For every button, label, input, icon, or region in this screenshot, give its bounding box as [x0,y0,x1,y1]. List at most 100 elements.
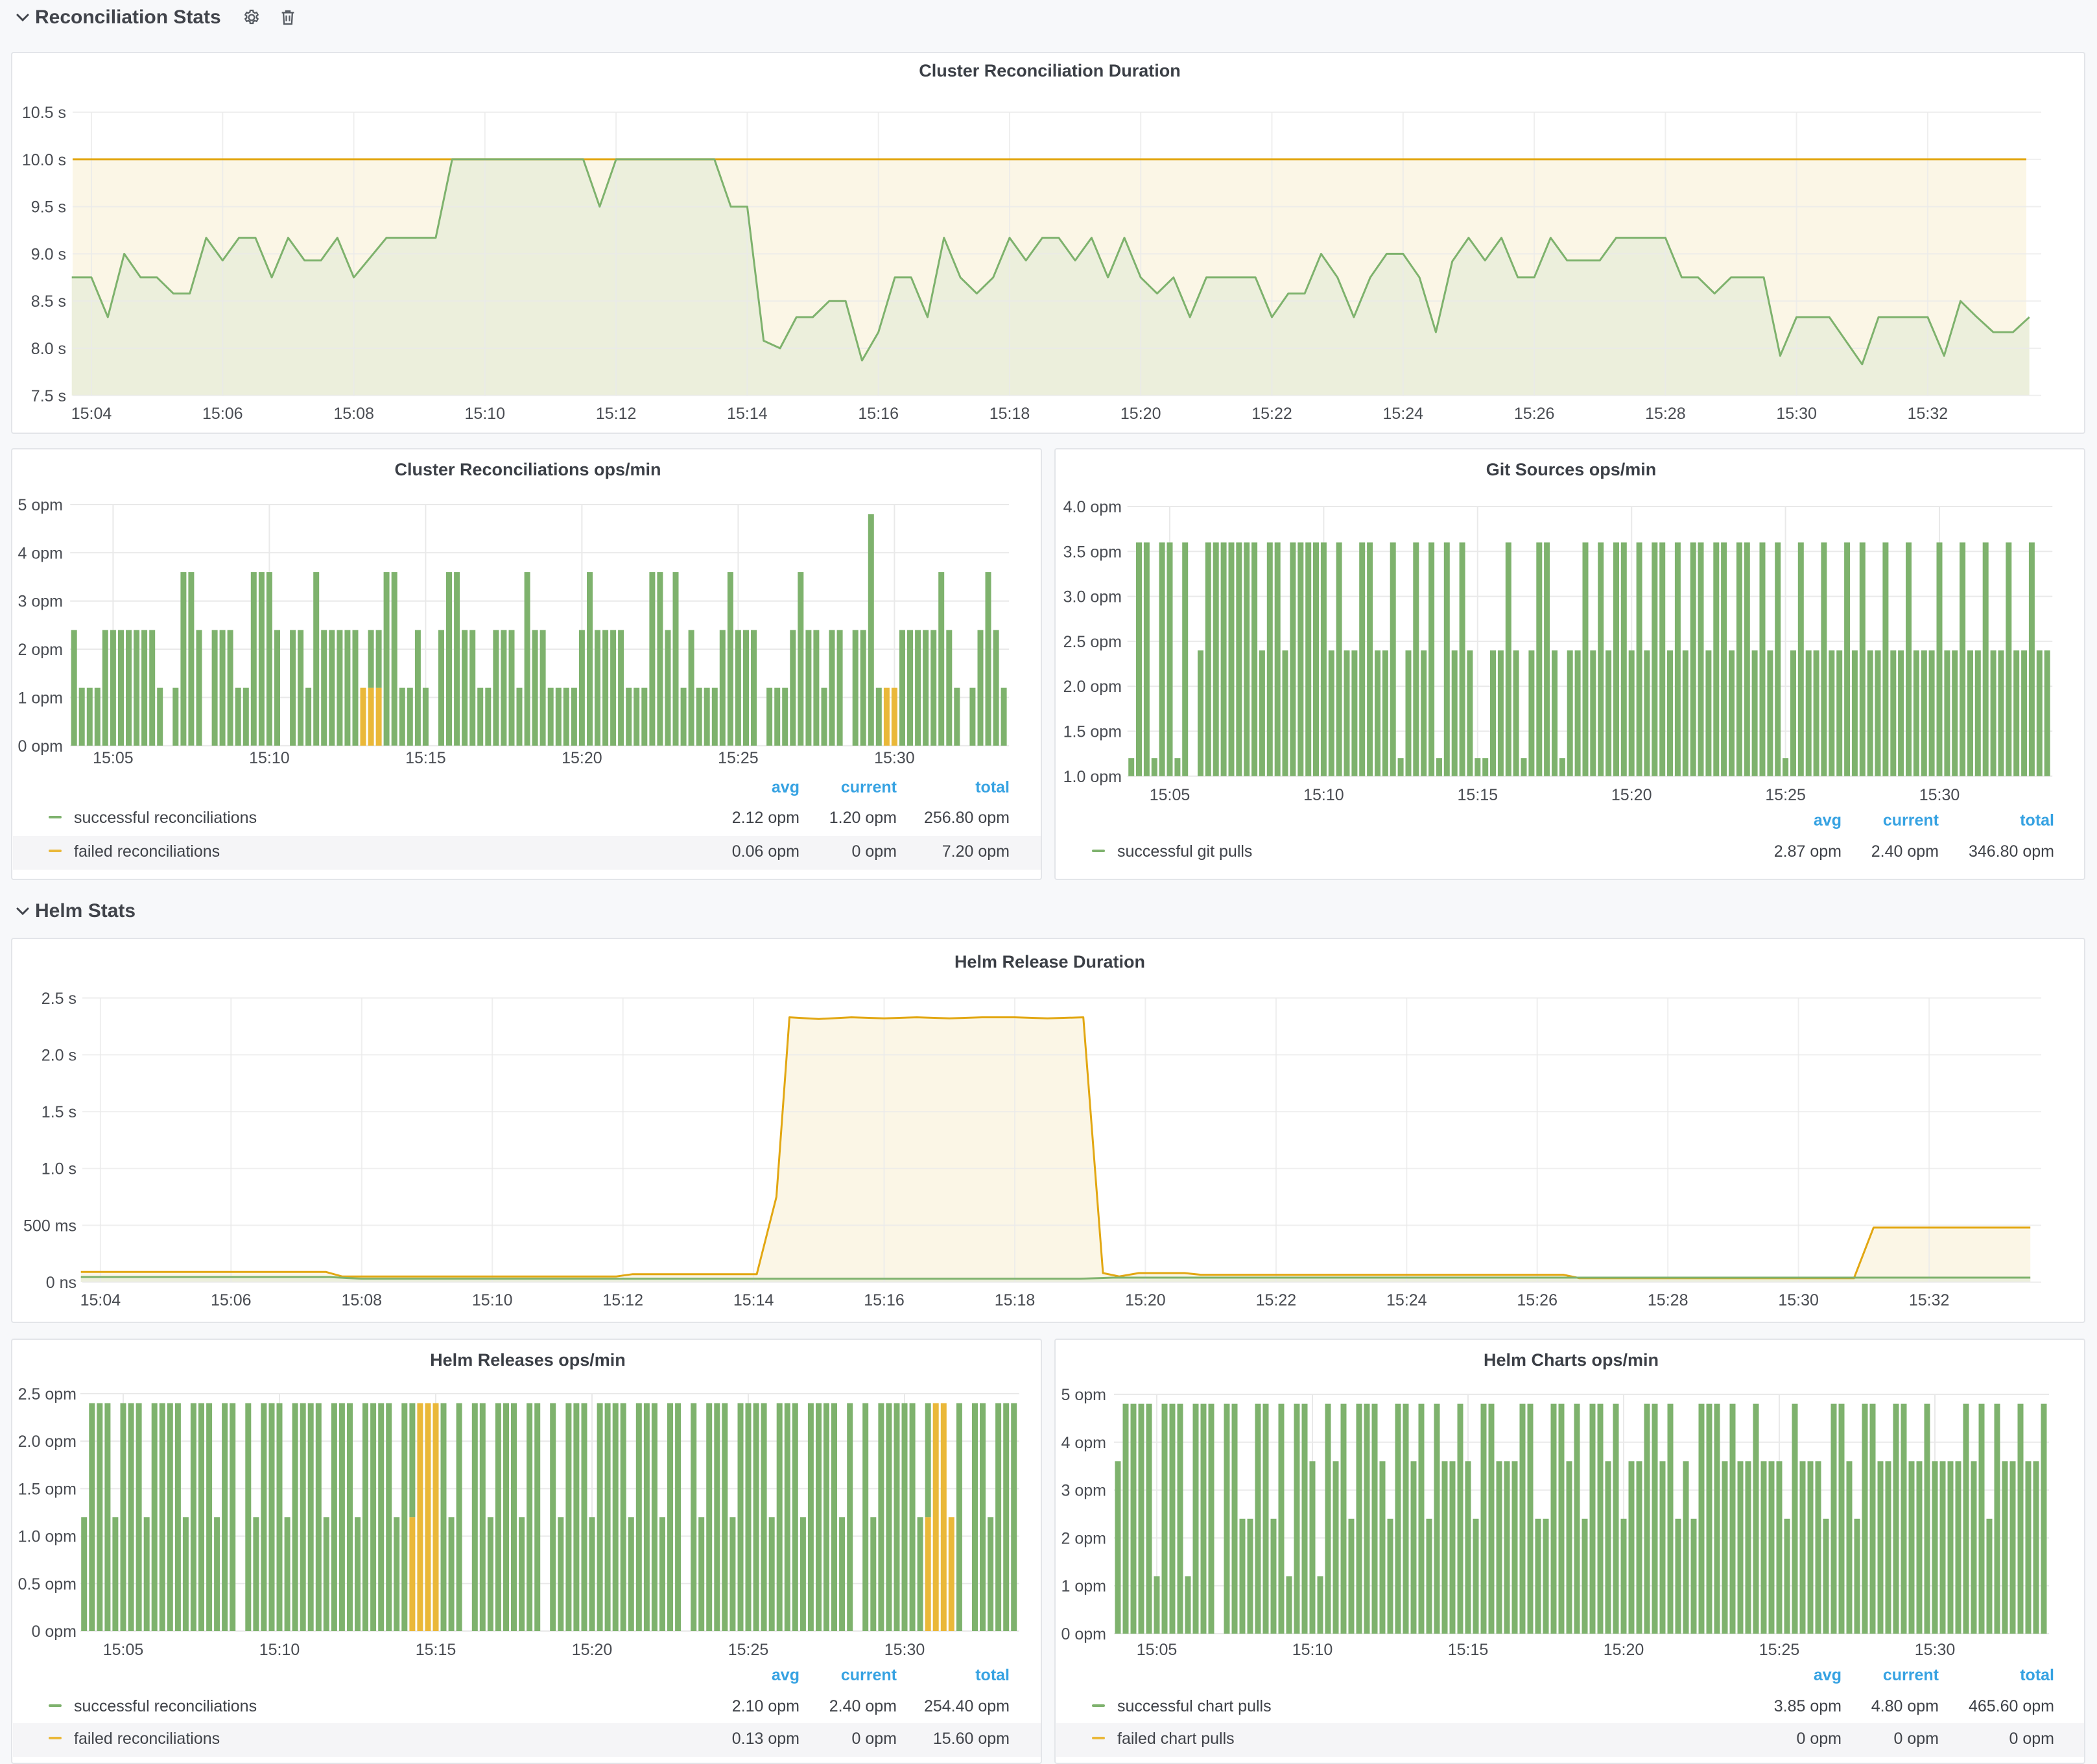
svg-text:8.0 s: 8.0 s [31,340,66,358]
svg-text:1.20 opm: 1.20 opm [829,809,897,827]
svg-text:8.5 s: 8.5 s [31,292,66,311]
svg-text:1 opm: 1 opm [18,689,63,707]
svg-text:465.60 opm: 465.60 opm [1969,1697,2054,1715]
svg-text:15:30: 15:30 [1915,1641,1956,1659]
svg-text:15:05: 15:05 [1137,1641,1178,1659]
svg-text:Git Sources ops/min: Git Sources ops/min [1486,460,1657,479]
svg-text:15:05: 15:05 [93,749,134,767]
svg-text:Cluster Reconciliations ops/mi: Cluster Reconciliations ops/min [394,460,661,479]
svg-text:1.0 s: 1.0 s [41,1160,77,1178]
svg-text:Helm Charts ops/min: Helm Charts ops/min [1484,1350,1659,1370]
svg-text:15:30: 15:30 [1778,1291,1819,1309]
svg-text:15:06: 15:06 [211,1291,252,1309]
svg-text:Cluster Reconciliation Duratio: Cluster Reconciliation Duration [919,61,1181,80]
svg-text:15:10: 15:10 [1303,786,1344,804]
svg-text:2.40 opm: 2.40 opm [829,1697,897,1715]
svg-text:15:30: 15:30 [1919,786,1960,804]
svg-text:15:14: 15:14 [733,1291,774,1309]
svg-text:0 opm: 0 opm [1797,1730,1842,1748]
svg-text:15:06: 15:06 [202,405,243,423]
svg-text:15:30: 15:30 [884,1641,925,1659]
svg-text:3.0 opm: 3.0 opm [1063,588,1122,606]
svg-text:0 opm: 0 opm [18,737,63,756]
svg-text:avg: avg [772,1666,800,1684]
svg-text:successful reconciliations: successful reconciliations [74,1697,257,1715]
svg-text:15:30: 15:30 [874,749,915,767]
svg-text:15:26: 15:26 [1514,405,1555,423]
svg-text:avg: avg [1814,811,1842,829]
svg-text:15:26: 15:26 [1517,1291,1558,1309]
svg-text:1.0 opm: 1.0 opm [1063,768,1122,786]
svg-text:15:04: 15:04 [80,1291,121,1309]
svg-text:15:32: 15:32 [1909,1291,1950,1309]
svg-text:successful chart pulls: successful chart pulls [1117,1697,1272,1715]
svg-text:15:08: 15:08 [333,405,374,423]
svg-text:15:20: 15:20 [1611,786,1652,804]
svg-text:15:04: 15:04 [71,405,112,423]
svg-text:15:20: 15:20 [1604,1641,1644,1659]
svg-text:0 opm: 0 opm [32,1623,77,1641]
svg-text:0 opm: 0 opm [1894,1730,1939,1748]
svg-text:avg: avg [1814,1666,1842,1684]
svg-text:15:18: 15:18 [989,405,1030,423]
svg-text:15:10: 15:10 [465,405,506,423]
svg-text:0.13 opm: 0.13 opm [732,1730,800,1748]
svg-text:15:32: 15:32 [1908,405,1949,423]
svg-text:15:20: 15:20 [1125,1291,1166,1309]
svg-text:2.5 opm: 2.5 opm [1063,633,1122,651]
svg-text:2.40 opm: 2.40 opm [1871,842,1939,861]
svg-text:15:16: 15:16 [864,1291,905,1309]
svg-text:1.5 opm: 1.5 opm [18,1480,77,1498]
svg-text:4 opm: 4 opm [1061,1434,1106,1452]
svg-text:9.5 s: 9.5 s [31,198,66,217]
svg-text:15:22: 15:22 [1251,405,1292,423]
svg-text:2.5 s: 2.5 s [41,990,77,1008]
svg-text:1.5 opm: 1.5 opm [1063,723,1122,741]
svg-text:0 opm: 0 opm [2009,1730,2054,1748]
svg-text:2.0 opm: 2.0 opm [18,1433,77,1451]
svg-text:1.0 opm: 1.0 opm [18,1528,77,1546]
svg-text:current: current [1883,811,1939,829]
svg-text:256.80 opm: 256.80 opm [924,809,1010,827]
svg-text:5 opm: 5 opm [1061,1386,1106,1404]
svg-text:15:15: 15:15 [1448,1641,1489,1659]
svg-text:15:28: 15:28 [1648,1291,1688,1309]
svg-text:15:24: 15:24 [1383,405,1424,423]
svg-text:15:24: 15:24 [1386,1291,1427,1309]
svg-text:0 opm: 0 opm [852,842,897,861]
svg-text:2.12 opm: 2.12 opm [732,809,800,827]
svg-text:total: total [975,778,1010,796]
svg-text:15:20: 15:20 [572,1641,613,1659]
svg-text:15:10: 15:10 [249,749,290,767]
svg-text:Helm Release Duration: Helm Release Duration [954,952,1145,971]
svg-text:2.5 opm: 2.5 opm [18,1385,77,1403]
svg-text:successful reconciliations: successful reconciliations [74,809,257,827]
svg-text:3.5 opm: 3.5 opm [1063,543,1122,561]
svg-text:15:05: 15:05 [1150,786,1191,804]
svg-text:current: current [1883,1666,1939,1684]
svg-text:failed reconciliations: failed reconciliations [74,1730,220,1748]
svg-text:15:22: 15:22 [1256,1291,1297,1309]
svg-text:15:20: 15:20 [562,749,602,767]
svg-text:15:16: 15:16 [858,405,899,423]
svg-text:total: total [975,1666,1010,1684]
svg-text:2.0 s: 2.0 s [41,1046,77,1064]
svg-text:10.0 s: 10.0 s [22,151,66,169]
svg-text:2 opm: 2 opm [1061,1529,1106,1547]
svg-text:Helm Releases ops/min: Helm Releases ops/min [430,1350,626,1370]
svg-text:15:12: 15:12 [596,405,637,423]
svg-text:254.40 opm: 254.40 opm [924,1697,1010,1715]
svg-text:15.60 opm: 15.60 opm [933,1730,1010,1748]
svg-text:3 opm: 3 opm [18,593,63,611]
svg-text:15:10: 15:10 [1292,1641,1333,1659]
svg-text:3.85 opm: 3.85 opm [1774,1697,1842,1715]
svg-text:15:10: 15:10 [259,1641,300,1659]
svg-text:15:14: 15:14 [727,405,768,423]
svg-text:0.5 opm: 0.5 opm [18,1575,77,1593]
svg-text:7.20 opm: 7.20 opm [942,842,1010,861]
svg-text:15:25: 15:25 [718,749,759,767]
svg-text:0 ns: 0 ns [46,1274,77,1292]
svg-text:2 opm: 2 opm [18,641,63,659]
svg-text:15:15: 15:15 [1458,786,1499,804]
svg-text:2.0 opm: 2.0 opm [1063,678,1122,696]
